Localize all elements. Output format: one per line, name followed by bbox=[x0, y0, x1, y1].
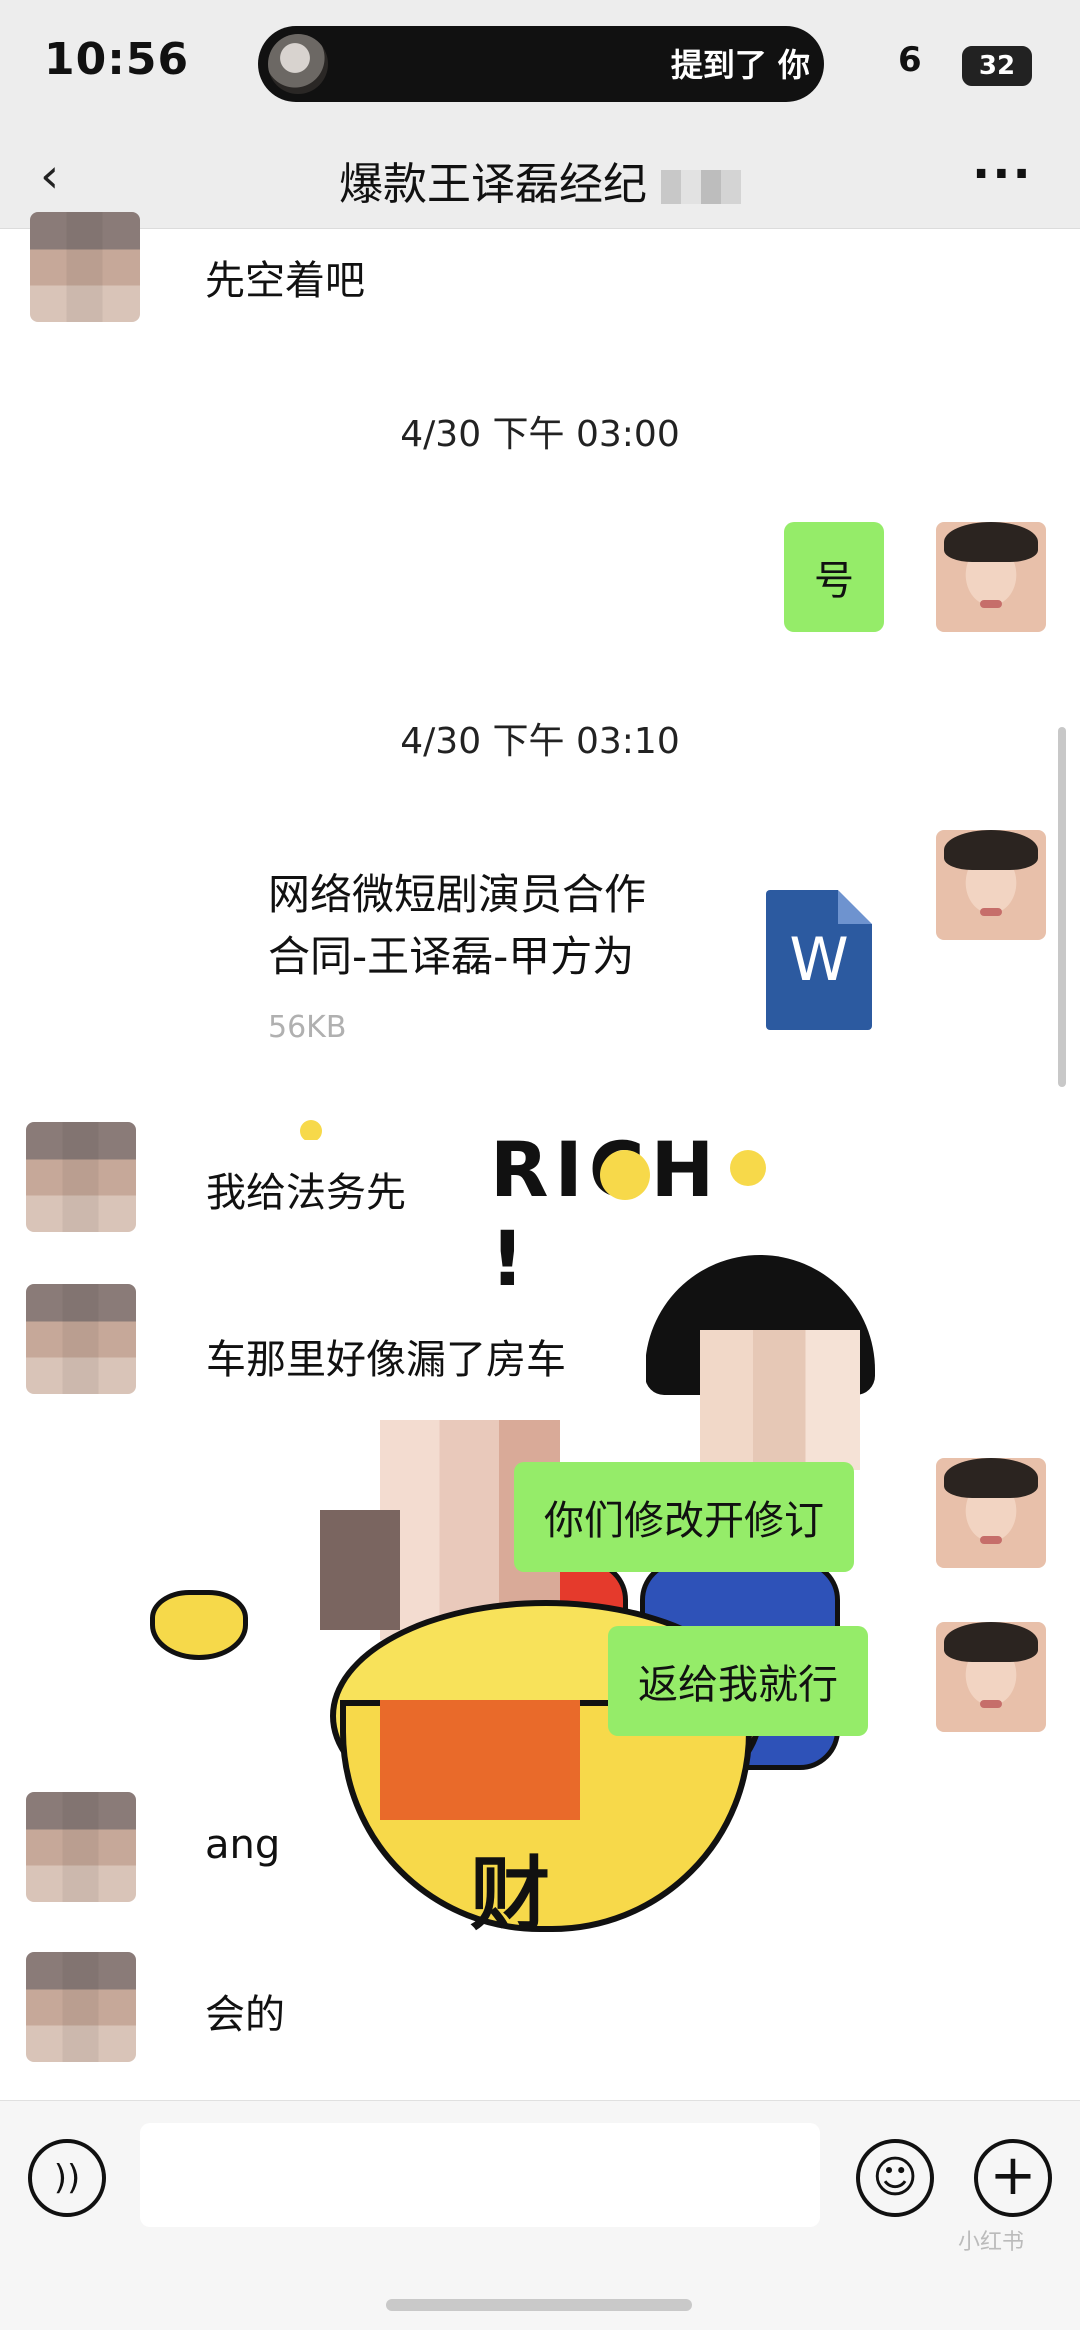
timestamp: 4/30 下午 03:10 bbox=[400, 721, 680, 762]
blurred-title-suffix bbox=[661, 170, 741, 204]
dynamic-island[interactable]: 提到了 你 bbox=[258, 26, 824, 102]
chat-title-text: 爆款王译磊经纪 bbox=[339, 159, 647, 210]
contact-avatar[interactable] bbox=[26, 1284, 136, 1394]
clock: 10:56 bbox=[44, 34, 190, 85]
sticker-cai-text: 财 bbox=[470, 1848, 550, 1941]
input-bar: )) ☺ + bbox=[0, 2100, 1080, 2330]
word-document-icon: W bbox=[766, 890, 872, 1030]
sticker-dot bbox=[600, 1150, 650, 1200]
plus-icon[interactable]: + bbox=[974, 2139, 1052, 2217]
home-indicator[interactable] bbox=[386, 2299, 692, 2311]
wifi-icon: 6 bbox=[898, 40, 922, 80]
message-text: 我给法务先 bbox=[206, 1170, 406, 1216]
contact-avatar[interactable] bbox=[26, 1792, 136, 1902]
sent-message-bubble[interactable]: 返给我就行 bbox=[608, 1626, 868, 1736]
file-name-line-1: 网络微短剧演员合作 bbox=[268, 870, 647, 919]
sticker-dot bbox=[730, 1150, 766, 1186]
sent-message-bubble[interactable]: 你们修改开修订 bbox=[514, 1462, 854, 1572]
self-avatar[interactable] bbox=[936, 1458, 1046, 1568]
sticker-pixelated-block bbox=[380, 1700, 580, 1820]
sticker-pixelated-face bbox=[700, 1330, 860, 1470]
more-icon[interactable]: ··· bbox=[972, 146, 1033, 202]
message-input[interactable] bbox=[140, 2123, 820, 2227]
self-avatar[interactable] bbox=[936, 1622, 1046, 1732]
message-text: 车那里好像漏了房车 bbox=[206, 1337, 566, 1383]
island-avatar bbox=[268, 34, 328, 94]
chat-screen: 10:56 提到了 你 6 32 ‹ 爆款王译磊经纪 ··· RICH ! 财 bbox=[0, 0, 1080, 2330]
sent-message-bubble[interactable]: 号 bbox=[784, 522, 884, 632]
contact-avatar[interactable] bbox=[30, 212, 140, 322]
self-avatar[interactable] bbox=[936, 830, 1046, 940]
voice-icon[interactable]: )) bbox=[28, 2139, 106, 2217]
message-text[interactable]: ang bbox=[205, 1822, 280, 1868]
self-avatar[interactable] bbox=[936, 522, 1046, 632]
message-bubble[interactable]: 车那里好像漏了房车 bbox=[176, 1305, 646, 1395]
file-size: 56KB bbox=[268, 1010, 347, 1045]
file-name-line-2: 合同-王译磊-甲方为 bbox=[268, 932, 635, 981]
status-bar: 10:56 提到了 你 6 32 bbox=[0, 0, 1080, 128]
watermark: 小红书 bbox=[958, 2230, 1025, 2255]
battery-icon: 32 bbox=[962, 46, 1032, 86]
chat-header: ‹ 爆款王译磊经纪 ··· bbox=[0, 128, 1080, 229]
sticker-pixelated-hair bbox=[320, 1510, 400, 1630]
contact-avatar[interactable] bbox=[26, 1122, 136, 1232]
sticker-rich-text: RICH ! bbox=[490, 1125, 714, 1303]
message-text[interactable]: 会的 bbox=[205, 1982, 285, 2040]
message-bubble[interactable]: 我给法务先 bbox=[176, 1140, 436, 1230]
sticker-dot bbox=[300, 1120, 322, 1142]
scrollbar[interactable] bbox=[1058, 727, 1066, 1087]
contact-avatar[interactable] bbox=[26, 1952, 136, 2062]
file-message-card[interactable]: 网络微短剧演员合作 合同-王译磊-甲方为 56KB W bbox=[242, 850, 906, 1050]
chat-title[interactable]: 爆款王译磊经纪 bbox=[0, 148, 1080, 212]
sticker-small-ingot bbox=[150, 1590, 248, 1660]
emoji-icon[interactable]: ☺ bbox=[856, 2139, 934, 2217]
timestamp: 4/30 下午 03:00 bbox=[400, 414, 680, 455]
island-notification-text: 提到了 你 bbox=[670, 46, 810, 84]
message-text[interactable]: 先空着吧 bbox=[205, 248, 365, 306]
